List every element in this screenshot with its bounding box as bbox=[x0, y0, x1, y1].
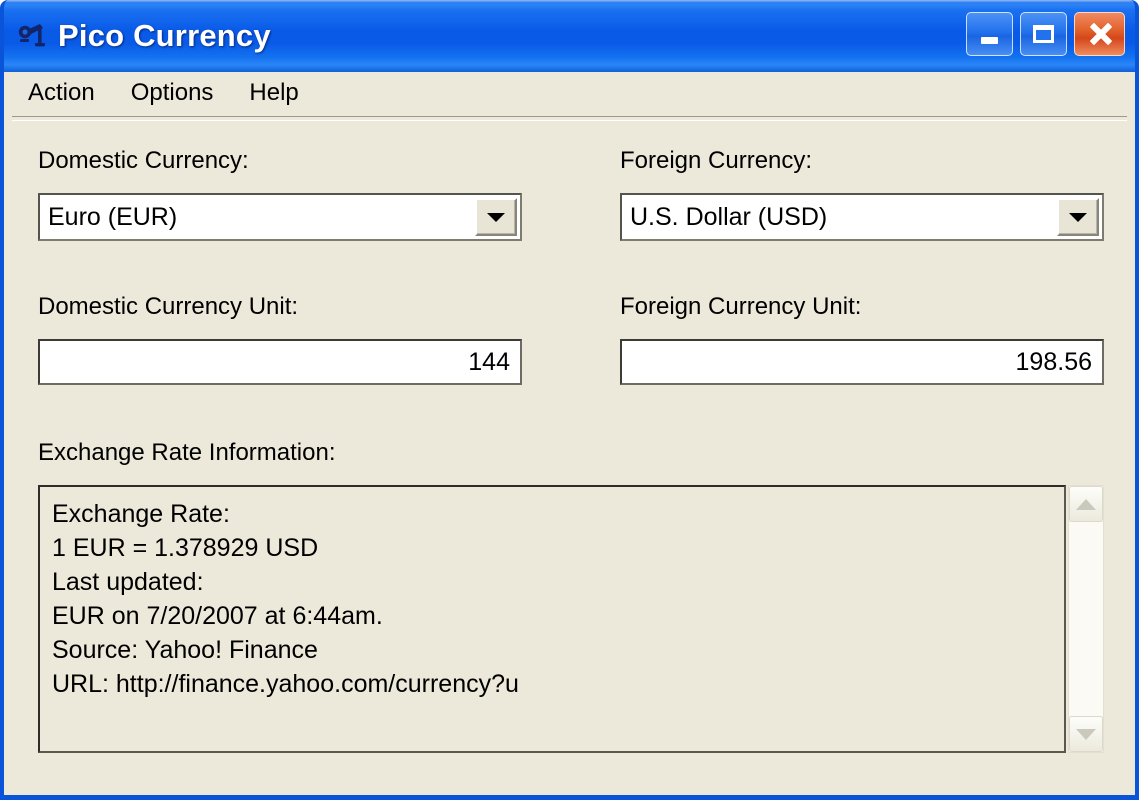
info-line: Exchange Rate: bbox=[52, 500, 230, 528]
info-line: URL: http://finance.yahoo.com/currency?u bbox=[52, 670, 519, 698]
foreign-unit-label: Foreign Currency Unit: bbox=[620, 293, 862, 320]
exchange-rate-info-scrollbar[interactable] bbox=[1068, 485, 1104, 753]
menu-item-action[interactable]: Action bbox=[22, 77, 109, 111]
info-line: Source: Yahoo! Finance bbox=[52, 636, 318, 664]
info-line: 1 EUR = 1.378929 USD bbox=[52, 534, 319, 562]
maximize-icon bbox=[1033, 25, 1054, 43]
info-line: Last updated: bbox=[52, 568, 204, 596]
foreign-currency-dropdown-button[interactable] bbox=[1057, 198, 1099, 236]
scroll-up-button[interactable] bbox=[1069, 486, 1103, 522]
foreign-currency-group: Foreign Currency: U.S. Dollar (USD) bbox=[620, 147, 1104, 241]
domestic-unit-group: Domestic Currency Unit: 144 bbox=[38, 293, 522, 385]
foreign-currency-select[interactable]: U.S. Dollar (USD) bbox=[620, 193, 1104, 241]
menu-bar: Action Options Help bbox=[4, 72, 1135, 116]
foreign-unit-input[interactable]: 198.56 bbox=[620, 339, 1104, 385]
application-window: Pico Currency Action Options Help Domest… bbox=[0, 0, 1139, 800]
client-area: Action Options Help Domestic Currency: E… bbox=[4, 72, 1135, 795]
domestic-currency-value: Euro (EUR) bbox=[48, 202, 178, 231]
menu-item-options[interactable]: Options bbox=[125, 77, 228, 111]
minimize-button[interactable] bbox=[966, 12, 1013, 56]
close-button[interactable] bbox=[1074, 12, 1125, 56]
app-icon bbox=[16, 19, 50, 53]
foreign-currency-label: Foreign Currency: bbox=[620, 147, 813, 174]
window-controls bbox=[966, 12, 1125, 56]
minimize-icon bbox=[981, 37, 998, 44]
chevron-down-icon bbox=[487, 212, 505, 222]
exchange-rate-info-textarea[interactable]: Exchange Rate: 1 EUR = 1.378929 USD Last… bbox=[38, 485, 1066, 753]
title-bar[interactable]: Pico Currency bbox=[4, 0, 1135, 72]
exchange-rate-info-group: Exchange Rate Information: Exchange Rate… bbox=[38, 439, 1104, 753]
scrollbar-track[interactable] bbox=[1069, 522, 1103, 716]
menu-item-help[interactable]: Help bbox=[243, 77, 312, 111]
domestic-unit-input[interactable]: 144 bbox=[38, 339, 522, 385]
foreign-unit-group: Foreign Currency Unit: 198.56 bbox=[620, 293, 1104, 385]
domestic-currency-select[interactable]: Euro (EUR) bbox=[38, 193, 522, 241]
domestic-currency-label: Domestic Currency: bbox=[38, 147, 249, 174]
menu-separator bbox=[12, 116, 1127, 121]
domestic-unit-label: Domestic Currency Unit: bbox=[38, 293, 299, 320]
maximize-button[interactable] bbox=[1020, 12, 1067, 56]
exchange-rate-info-panel: Exchange Rate: 1 EUR = 1.378929 USD Last… bbox=[38, 485, 1104, 753]
close-icon bbox=[1088, 22, 1112, 46]
scroll-down-button[interactable] bbox=[1069, 716, 1103, 752]
window-title: Pico Currency bbox=[58, 18, 271, 53]
chevron-up-icon bbox=[1076, 498, 1096, 510]
exchange-rate-info-label: Exchange Rate Information: bbox=[38, 439, 336, 466]
chevron-down-icon bbox=[1069, 212, 1087, 222]
chevron-down-icon bbox=[1076, 728, 1096, 740]
domestic-currency-group: Domestic Currency: Euro (EUR) bbox=[38, 147, 522, 241]
info-line: EUR on 7/20/2007 at 6:44am. bbox=[52, 602, 383, 630]
foreign-currency-value: U.S. Dollar (USD) bbox=[630, 202, 828, 231]
domestic-currency-dropdown-button[interactable] bbox=[475, 198, 517, 236]
